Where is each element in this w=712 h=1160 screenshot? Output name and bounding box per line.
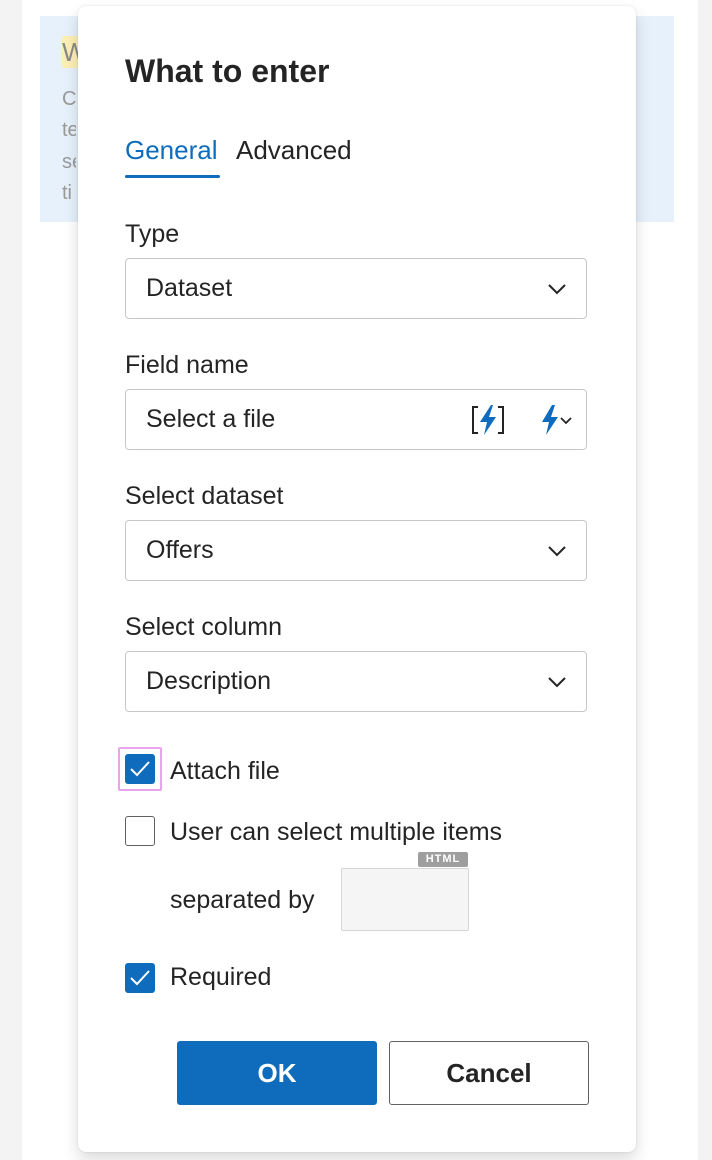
multiple-items-label[interactable]: User can select multiple items	[170, 818, 502, 847]
cancel-button[interactable]: Cancel	[389, 1041, 589, 1105]
what-to-enter-dialog: What to enter General Advanced Type Data…	[78, 6, 636, 1152]
select-dataset-label: Select dataset	[125, 482, 284, 510]
separator-input[interactable]	[341, 868, 469, 931]
html-badge: HTML	[418, 852, 468, 867]
required-label[interactable]: Required	[170, 963, 271, 992]
select-column-label: Select column	[125, 613, 283, 641]
background-text-fragment: ti	[62, 182, 72, 204]
checkmark-icon	[130, 970, 150, 986]
background-title-fragment: W	[62, 36, 78, 68]
active-tab-indicator	[125, 175, 220, 178]
required-checkbox[interactable]	[125, 963, 155, 993]
type-dropdown[interactable]: Dataset	[125, 258, 587, 319]
select-dataset-dropdown[interactable]: Offers	[125, 520, 587, 581]
bolt-dropdown-icon[interactable]	[540, 402, 576, 438]
multiple-items-checkbox[interactable]	[125, 816, 155, 846]
checkmark-icon	[130, 761, 150, 777]
select-column-dropdown[interactable]: Description	[125, 651, 587, 712]
background-text-fragment: te	[62, 119, 76, 141]
attach-file-checkbox[interactable]	[125, 754, 155, 784]
background-text-fragment: se	[62, 151, 76, 173]
select-dataset-value: Offers	[146, 536, 214, 564]
chevron-down-icon	[548, 677, 566, 688]
field-name-value: Select a file	[146, 405, 276, 433]
dialog-title: What to enter	[125, 53, 330, 89]
type-value: Dataset	[146, 274, 233, 302]
attach-file-label[interactable]: Attach file	[170, 757, 280, 786]
chevron-down-icon	[548, 546, 566, 557]
tab-general[interactable]: General	[125, 134, 218, 166]
field-name-label: Field name	[125, 351, 249, 379]
type-label: Type	[125, 220, 180, 248]
tab-advanced[interactable]: Advanced	[236, 134, 352, 166]
background-text-fragment: C	[62, 88, 76, 110]
ok-button[interactable]: OK	[177, 1041, 377, 1105]
select-column-value: Description	[146, 667, 272, 695]
separated-by-label: separated by	[170, 886, 315, 914]
insert-macro-bracket-bolt-icon[interactable]	[470, 402, 506, 438]
chevron-down-icon	[548, 284, 566, 295]
field-name-input[interactable]: Select a file	[125, 389, 587, 450]
